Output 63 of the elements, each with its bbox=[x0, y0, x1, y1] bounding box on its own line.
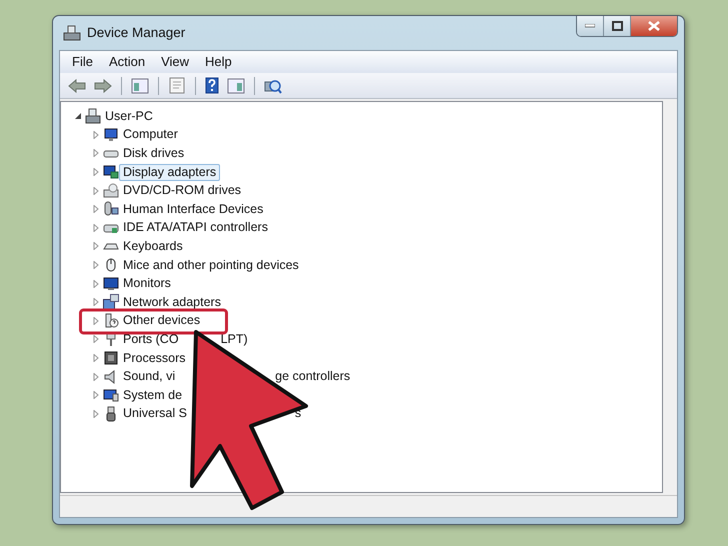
tree-item[interactable]: Ports (CO bbox=[119, 330, 183, 348]
close-icon bbox=[648, 21, 660, 31]
expand-toggle[interactable] bbox=[91, 186, 101, 195]
computer-icon bbox=[103, 387, 119, 404]
expand-toggle[interactable] bbox=[91, 298, 101, 306]
input-device-icon bbox=[103, 201, 119, 218]
computer-icon bbox=[63, 25, 81, 41]
back-button[interactable] bbox=[66, 78, 88, 92]
expand-toggle[interactable] bbox=[91, 242, 101, 250]
tree-item[interactable]: Universal S bbox=[119, 405, 191, 422]
expand-toggle[interactable] bbox=[91, 391, 101, 400]
display-card-icon bbox=[103, 164, 119, 180]
menu-item[interactable]: Action bbox=[100, 52, 154, 72]
expand-toggle[interactable] bbox=[91, 410, 101, 418]
expand-toggle[interactable] bbox=[91, 354, 101, 362]
chip-icon bbox=[103, 350, 119, 366]
menu-item[interactable]: Help bbox=[197, 52, 240, 72]
console-tree-button[interactable] bbox=[129, 78, 151, 94]
tree-item[interactable]: User-PC bbox=[101, 108, 157, 125]
tree-item[interactable]: Other devices bbox=[119, 312, 204, 330]
forward-button[interactable] bbox=[92, 78, 114, 92]
unknown-device-icon bbox=[103, 312, 119, 329]
tree-item[interactable]: Computer bbox=[119, 126, 182, 144]
tree-item[interactable]: Keyboards bbox=[119, 238, 187, 255]
expand-toggle[interactable] bbox=[91, 280, 101, 288]
maximize-button[interactable] bbox=[604, 16, 631, 36]
monitor-icon bbox=[103, 276, 119, 292]
expand-toggle[interactable] bbox=[91, 261, 101, 270]
expand-toggle[interactable] bbox=[91, 372, 101, 381]
menu-item[interactable]: View bbox=[153, 52, 198, 72]
expand-toggle[interactable] bbox=[91, 335, 101, 344]
tree-item[interactable]: Disk drives bbox=[119, 144, 188, 162]
tree-item[interactable]: IDE ATA/ATAPI controllers bbox=[119, 219, 272, 236]
tree-item[interactable]: Sound, vi bbox=[119, 368, 180, 386]
menu-item[interactable]: File bbox=[64, 52, 101, 72]
tree-item[interactable]: Human Interface Devices bbox=[119, 200, 268, 218]
expand-toggle[interactable] bbox=[91, 130, 101, 139]
expand-toggle[interactable] bbox=[91, 168, 101, 176]
collapse-toggle[interactable] bbox=[73, 112, 83, 120]
close-button[interactable] bbox=[631, 16, 677, 36]
disc-drive-icon bbox=[103, 182, 119, 199]
minimize-button[interactable] bbox=[577, 16, 604, 36]
maximize-icon bbox=[612, 21, 622, 31]
expand-toggle[interactable] bbox=[91, 224, 101, 232]
expand-toggle[interactable] bbox=[91, 205, 101, 214]
tree-item[interactable]: Network adapters bbox=[119, 294, 225, 311]
network-icon bbox=[103, 294, 119, 310]
tree-item[interactable]: Mice and other pointing devices bbox=[119, 256, 303, 274]
tree-item[interactable]: DVD/CD-ROM drives bbox=[119, 182, 246, 200]
action-pane-button[interactable] bbox=[225, 78, 247, 94]
tree-item[interactable]: Display adapters bbox=[119, 164, 220, 181]
tree-item[interactable]: Monitors bbox=[119, 275, 175, 292]
window-title: Device Manager bbox=[87, 24, 186, 42]
tree-item-text: ge controllers bbox=[274, 368, 352, 386]
expand-toggle[interactable] bbox=[91, 149, 101, 158]
computer-icon bbox=[85, 108, 101, 124]
monitor-icon bbox=[103, 126, 119, 143]
minimize-icon bbox=[585, 24, 595, 28]
help-button[interactable] bbox=[203, 77, 221, 94]
tree-item[interactable]: Processors bbox=[119, 350, 190, 367]
tree-item[interactable]: System de bbox=[119, 386, 186, 404]
expand-toggle[interactable] bbox=[91, 316, 101, 325]
tree-item-text: LPT) bbox=[220, 330, 249, 348]
